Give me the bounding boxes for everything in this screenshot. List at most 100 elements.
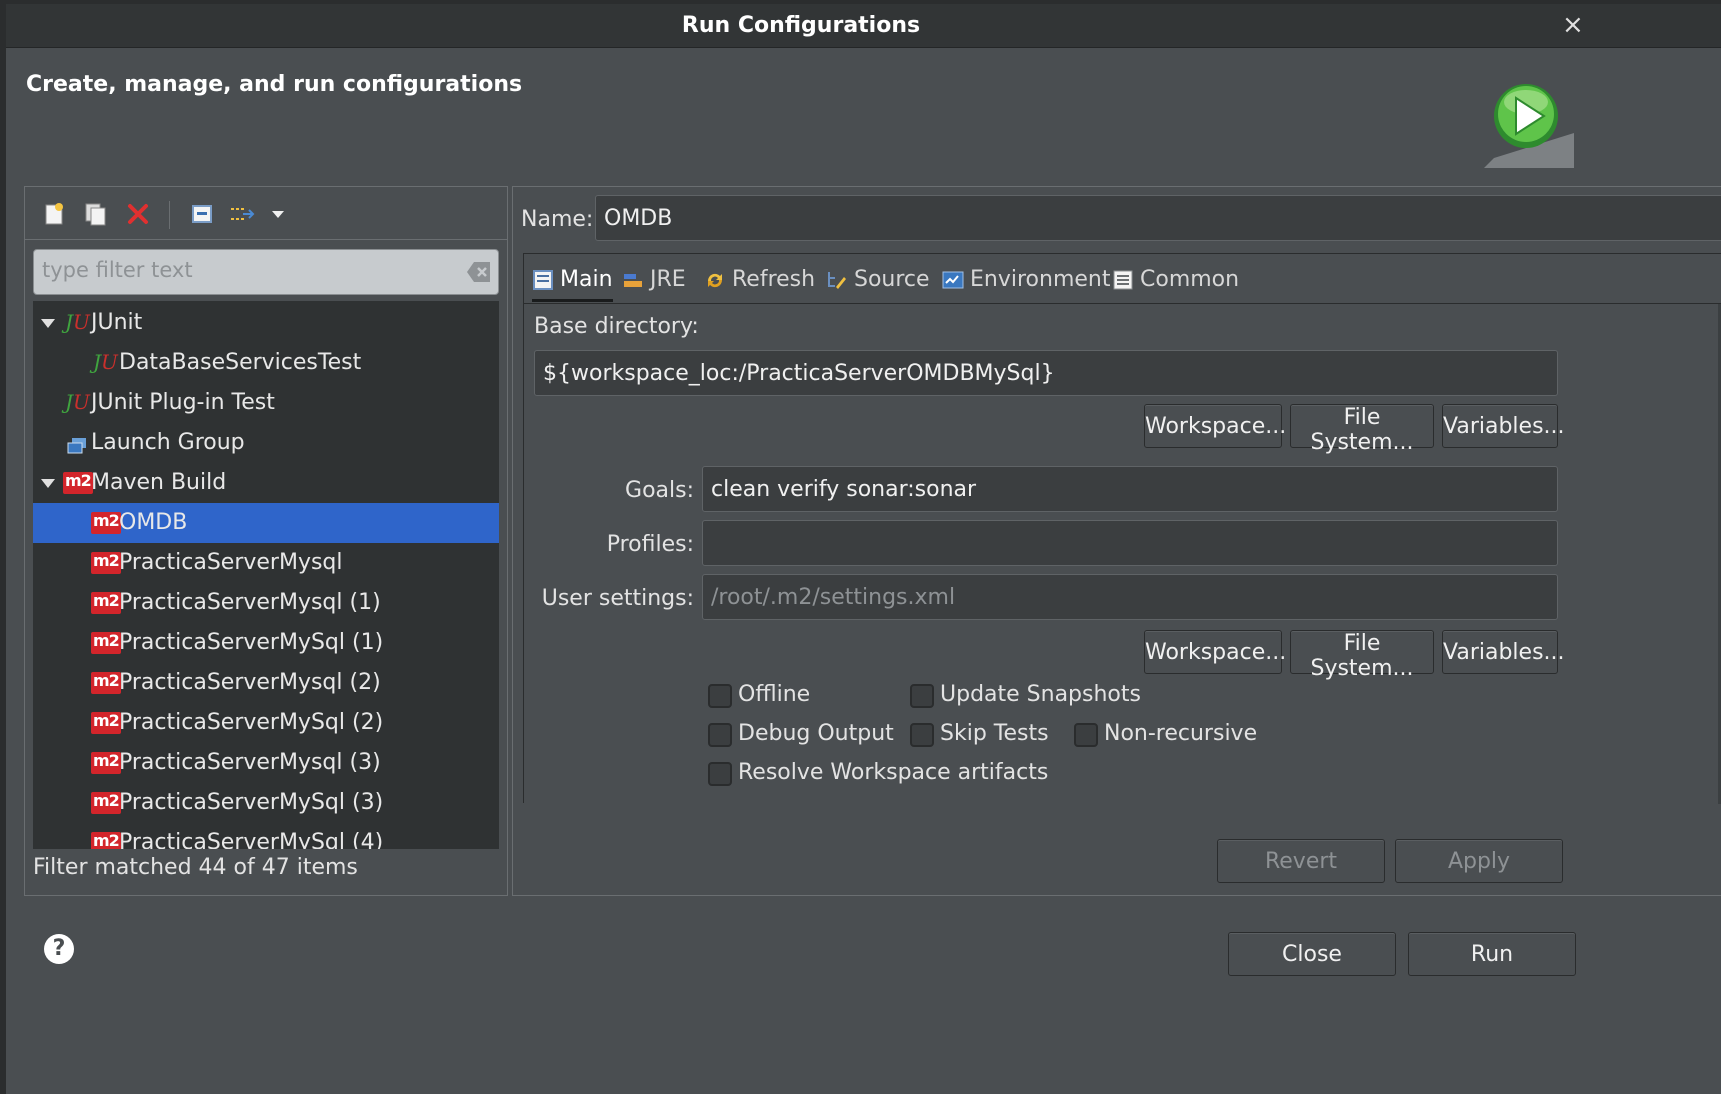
- tab-jre[interactable]: JRE: [622, 262, 686, 302]
- tree-item-label: PracticaServerMysql (3): [119, 750, 381, 775]
- tree-item-label: PracticaServerMysql (1): [119, 590, 381, 615]
- tab-refresh[interactable]: Refresh: [704, 262, 815, 302]
- tree-item-omdb[interactable]: m2 OMDB: [33, 503, 499, 543]
- configuration-editor-panel: Name: Main JRE Refresh Source Environmen…: [512, 186, 1721, 896]
- common-tab-icon: [1113, 270, 1133, 290]
- debug-output-checkbox[interactable]: [708, 723, 732, 747]
- tree-item-label: PracticaServerMySql (3): [119, 790, 384, 815]
- header-message: Create, manage, and run configurations: [26, 72, 523, 97]
- tab-label: Source: [854, 267, 930, 292]
- revert-button[interactable]: Revert: [1217, 839, 1385, 883]
- user-settings-label: User settings:: [541, 586, 694, 611]
- tree-item[interactable]: m2 PracticaServerMySql (2): [33, 703, 499, 743]
- run-configurations-window: Run Configurations × Create, manage, and…: [6, 4, 1721, 1094]
- tab-source[interactable]: Source: [826, 262, 930, 302]
- tree-item[interactable]: m2 PracticaServerMySql (1): [33, 623, 499, 663]
- title-bar: Run Configurations ×: [6, 4, 1721, 48]
- tree-item-label: DataBaseServicesTest: [119, 350, 362, 375]
- base-directory-input[interactable]: [534, 350, 1558, 396]
- tree-item[interactable]: m2 PracticaServerMysql (2): [33, 663, 499, 703]
- name-label: Name:: [521, 207, 594, 232]
- tree-item-launch-group[interactable]: Launch Group: [33, 423, 499, 463]
- base-filesystem-button[interactable]: File System...: [1290, 404, 1434, 455]
- refresh-tab-icon: [707, 273, 723, 288]
- junit-icon: JU: [93, 350, 118, 374]
- settings-workspace-button[interactable]: Workspace...: [1144, 630, 1286, 674]
- offline-label: Offline: [738, 682, 811, 707]
- maven-icon: m2: [91, 792, 121, 814]
- configuration-tree: JU JUnit JU DataBaseServicesTest JU JUni…: [33, 301, 499, 849]
- close-button[interactable]: Close: [1228, 932, 1396, 976]
- filter-status-text: Filter matched 44 of 47 items: [33, 855, 358, 880]
- maven-icon: m2: [91, 512, 121, 534]
- maven-icon: m2: [91, 752, 121, 774]
- tree-item-label: JUnit: [91, 310, 143, 335]
- tree-item-label: PracticaServerMysql (2): [119, 670, 381, 695]
- expand-arrow-icon[interactable]: [41, 319, 55, 328]
- base-workspace-button[interactable]: Workspace...: [1144, 404, 1286, 448]
- expand-arrow-icon[interactable]: [41, 479, 55, 488]
- update-snapshots-checkbox[interactable]: [910, 684, 934, 708]
- delete-icon[interactable]: [123, 199, 153, 229]
- run-button[interactable]: Run: [1408, 932, 1576, 976]
- run-banner-icon: [1484, 84, 1574, 168]
- tree-item-label: JUnit Plug-in Test: [91, 390, 275, 415]
- apply-button[interactable]: Apply: [1395, 839, 1563, 883]
- maven-icon: m2: [91, 552, 121, 574]
- non-recursive-checkbox[interactable]: [1074, 723, 1098, 747]
- tree-item-label: Maven Build: [91, 470, 227, 495]
- settings-variables-button[interactable]: Variables...: [1442, 630, 1565, 674]
- tree-item-junit[interactable]: JU JUnit: [33, 303, 499, 343]
- collapse-all-icon[interactable]: [187, 199, 217, 229]
- goals-input[interactable]: [702, 466, 1558, 512]
- help-icon[interactable]: ?: [44, 934, 74, 964]
- tree-item-label: Launch Group: [91, 430, 245, 455]
- settings-filesystem-button[interactable]: File System...: [1290, 630, 1434, 681]
- tab-label: Common: [1140, 267, 1240, 292]
- duplicate-icon[interactable]: [81, 199, 111, 229]
- tab-folder: Main JRE Refresh Source Environment Comm…: [523, 253, 1721, 804]
- tree-item[interactable]: m2 PracticaServerMysql (3): [33, 743, 499, 783]
- tree-item-label: OMDB: [119, 510, 188, 535]
- non-recursive-label: Non-recursive: [1104, 721, 1258, 746]
- window-title: Run Configurations: [681, 13, 921, 38]
- tab-label: Refresh: [732, 267, 816, 292]
- resolve-workspace-label: Resolve Workspace artifacts: [738, 760, 1049, 785]
- launch-group-icon: [67, 438, 86, 454]
- dialog-header: Create, manage, and run configurations: [6, 48, 1721, 188]
- base-directory-label: Base directory:: [534, 314, 699, 339]
- profiles-input[interactable]: [702, 520, 1558, 566]
- debug-output-label: Debug Output: [738, 721, 894, 746]
- junit-icon: JU: [65, 310, 90, 334]
- base-variables-button[interactable]: Variables...: [1442, 404, 1565, 448]
- tree-item-label: PracticaServerMySql (2): [119, 710, 384, 735]
- filter-icon[interactable]: [227, 199, 257, 229]
- jre-tab-icon: [624, 274, 642, 287]
- dropdown-icon[interactable]: [263, 199, 293, 229]
- tree-item[interactable]: m2 PracticaServerMySql (3): [33, 783, 499, 823]
- tab-label: JRE: [650, 267, 686, 292]
- tab-common[interactable]: Common: [1112, 262, 1239, 302]
- tree-item-databaseservicestest[interactable]: JU DataBaseServicesTest: [33, 343, 499, 383]
- maven-icon: m2: [91, 712, 121, 734]
- tab-main[interactable]: Main: [532, 262, 613, 302]
- new-config-icon[interactable]: [39, 199, 69, 229]
- tree-item-maven-build[interactable]: m2 Maven Build: [33, 463, 499, 503]
- tree-item-junit-plugin-test[interactable]: JU JUnit Plug-in Test: [33, 383, 499, 423]
- environment-tab-icon: [942, 271, 964, 289]
- filter-input[interactable]: [34, 250, 454, 290]
- tree-item[interactable]: m2 PracticaServerMysql: [33, 543, 499, 583]
- tree-item[interactable]: m2 PracticaServerMySql (4): [33, 823, 499, 849]
- config-toolbar: [31, 195, 501, 235]
- user-settings-input[interactable]: [702, 574, 1558, 620]
- maven-icon: m2: [91, 672, 121, 694]
- offline-checkbox[interactable]: [708, 684, 732, 708]
- window-close-button[interactable]: ×: [1562, 10, 1584, 40]
- tree-item-label: PracticaServerMysql: [119, 550, 343, 575]
- clear-filter-icon[interactable]: [466, 260, 492, 284]
- tab-environment[interactable]: Environment: [942, 262, 1110, 302]
- tree-item[interactable]: m2 PracticaServerMysql (1): [33, 583, 499, 623]
- skip-tests-checkbox[interactable]: [910, 723, 934, 747]
- name-input[interactable]: [595, 195, 1721, 241]
- resolve-workspace-checkbox[interactable]: [708, 762, 732, 786]
